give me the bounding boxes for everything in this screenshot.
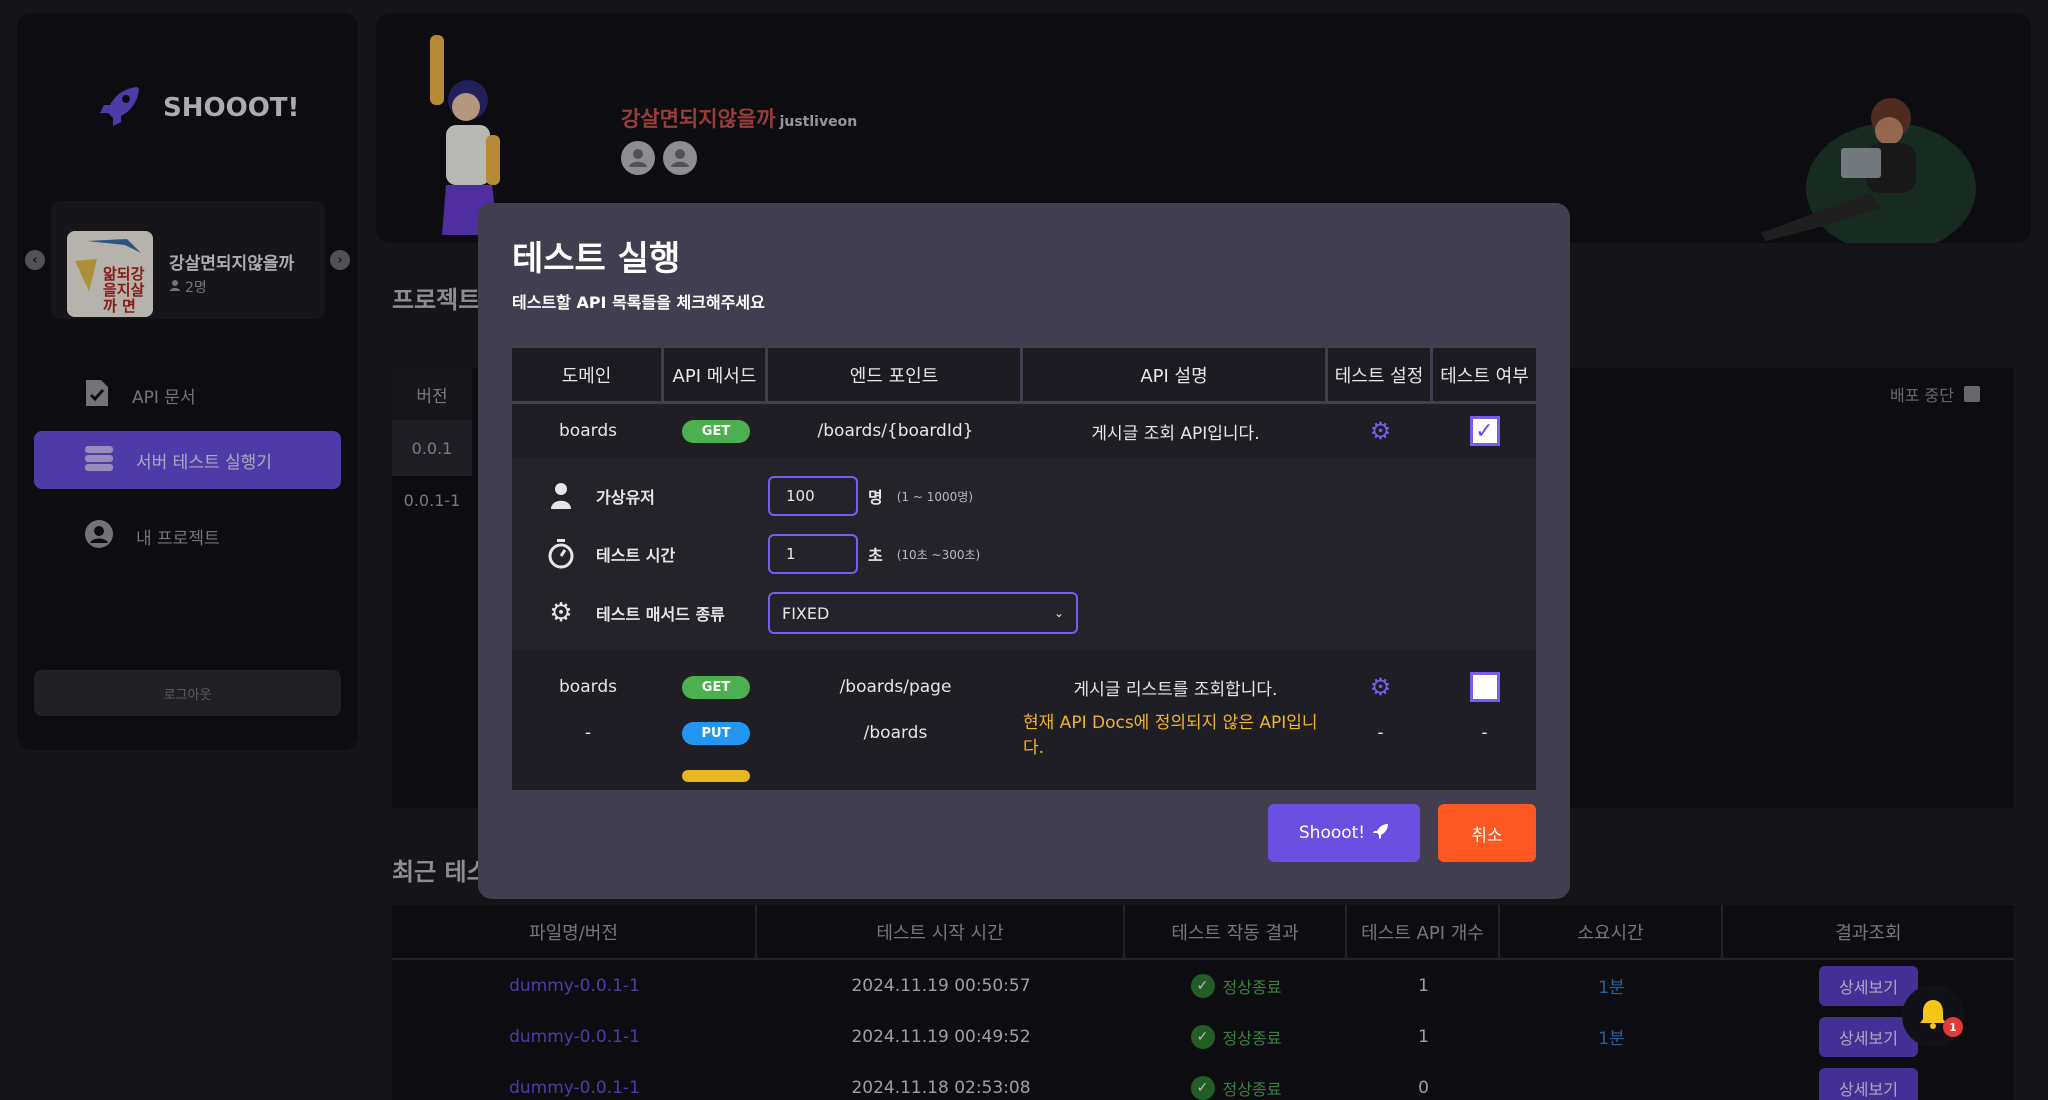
rocket-icon [1373,823,1389,844]
person-icon [546,481,576,511]
modal-title: 테스트 실행 [512,239,681,279]
settings-cell: ⚙ [1328,673,1433,701]
endpoint-cell: /boards [863,723,928,743]
column-header: 테스트 여부 [1433,348,1536,404]
checkbox-cell: ✓ [1433,416,1536,446]
method-cell: GET [664,675,768,699]
range-hint: (10초 ~300초) [896,547,981,562]
notification-button[interactable] [1902,985,1964,1047]
api-test-table: 도메인 API 메서드 엔드 포인트 API 설명 테스트 설정 테스트 여부 … [512,348,1536,790]
column-header: API 메서드 [664,348,768,404]
gear-icon: ⚙ [549,598,573,628]
method-badge: PUT [682,721,750,745]
test-time-input[interactable]: 1 [768,534,858,574]
api-row-partial [512,756,1536,782]
gear-icon[interactable]: ⚙ [1370,673,1392,701]
description-cell: 현재 API Docs에 정의되지 않은 API입니다. [1023,713,1318,758]
domain-cell: - [584,723,592,743]
notification-badge: 1 [1943,1017,1963,1037]
settings-cell: ⚙ [1328,417,1433,445]
method-badge [682,770,750,782]
column-header: 도메인 [512,348,664,404]
method-badge: GET [682,675,750,699]
api-row: boards GET /boards/page 게시글 리스트를 조회합니다. … [512,664,1536,710]
api-row: - PUT /boards 현재 API Docs에 정의되지 않은 API입니… [512,710,1536,758]
unit-label: 명 [868,488,883,507]
test-run-modal: 테스트 실행 테스트할 API 목록들을 체크해주세요 도메인 API 메서드 … [478,203,1570,899]
gear-icon[interactable]: ⚙ [1370,417,1392,445]
setting-label: 가상유저 [596,488,655,507]
endpoint-cell: /boards/page [839,677,952,697]
unit-label: 초 [868,546,883,565]
method-cell: GET [664,419,768,443]
checkbox-cell [1433,672,1536,702]
method-type-setting: ⚙ 테스트 매서드 종류 FIXED ⌄ [546,592,1078,634]
checkbox-cell: - [1481,723,1488,743]
select-value: FIXED [782,603,830,623]
stopwatch-icon [546,539,576,569]
shoot-label: Shooot! [1298,823,1366,843]
method-type-select[interactable]: FIXED ⌄ [768,592,1078,634]
column-header: API 설명 [1023,348,1328,404]
test-settings-panel: 가상유저 100 명 (1 ~ 1000명) 테스트 시간 1 초 (10초 ~… [512,458,1536,650]
virtual-users-input[interactable]: 100 [768,476,858,516]
table-header: 도메인 API 메서드 엔드 포인트 API 설명 테스트 설정 테스트 여부 [512,348,1536,404]
method-cell: PUT [664,721,768,745]
endpoint-cell: /boards/{boardId} [817,421,974,441]
setting-label: 테스트 시간 [596,546,676,565]
column-header: 엔드 포인트 [768,348,1023,404]
test-checkbox[interactable]: ✓ [1469,416,1500,446]
shoot-button[interactable]: Shooot! [1268,804,1420,862]
column-header: 테스트 설정 [1328,348,1433,404]
domain-cell: boards [559,421,617,441]
method-badge: GET [682,419,750,443]
domain-cell: boards [559,677,617,697]
test-checkbox[interactable] [1469,672,1500,702]
setting-label: 테스트 매서드 종류 [596,605,725,624]
modal-subtitle: 테스트할 API 목록들을 체크해주세요 [512,293,765,312]
description-cell: 게시글 조회 API입니다. [1091,423,1260,444]
method-cell [664,756,768,782]
range-hint: (1 ~ 1000명) [896,489,973,504]
test-time-setting: 테스트 시간 1 초 (10초 ~300초) [546,534,980,574]
chevron-down-icon: ⌄ [1053,606,1064,620]
cancel-button[interactable]: 취소 [1438,804,1536,862]
description-cell: 게시글 리스트를 조회합니다. [1073,679,1278,700]
virtual-users-setting: 가상유저 100 명 (1 ~ 1000명) [546,476,973,516]
api-row: boards GET /boards/{boardId} 게시글 조회 API입… [512,404,1536,458]
settings-cell: - [1377,723,1384,743]
